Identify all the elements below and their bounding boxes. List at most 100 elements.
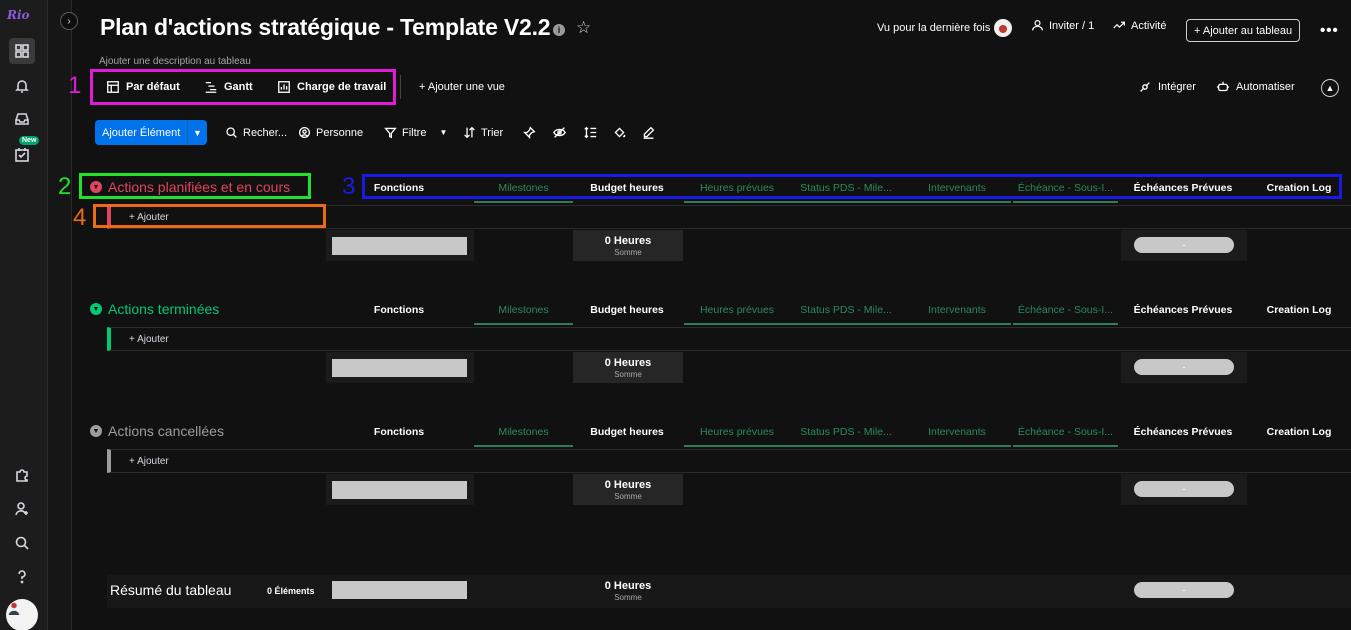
bell-icon[interactable] — [9, 73, 35, 99]
add-item-button[interactable]: Ajouter Élément ▼ — [95, 120, 207, 145]
puzzle-icon[interactable] — [9, 462, 35, 488]
column-header-fonctions[interactable]: Fonctions — [368, 182, 430, 194]
add-view-button[interactable]: + Ajouter une vue — [419, 81, 505, 93]
column-underline — [474, 323, 573, 325]
left-rail: Rio New — [0, 0, 48, 630]
collapse-header-chevron-icon[interactable]: ▲ — [1321, 79, 1339, 97]
column-header-status[interactable]: Status PDS - Mile... — [792, 426, 900, 438]
column-header-planned-hours[interactable]: Heures prévues — [684, 182, 790, 194]
paint-bucket-icon[interactable] — [613, 126, 626, 139]
user-avatar[interactable] — [6, 599, 38, 630]
collapse-group-chevron-icon[interactable]: ▼ — [90, 303, 102, 315]
add-item-dropdown-chevron-icon[interactable]: ▼ — [187, 120, 207, 145]
column-header-creation-log[interactable]: Creation Log — [1258, 182, 1340, 194]
hours-summary: 0 Heures Somme — [573, 352, 683, 383]
row-height-icon[interactable] — [584, 126, 597, 139]
search-icon[interactable] — [9, 530, 35, 556]
column-underline — [1013, 323, 1118, 325]
integrate-button[interactable]: Intégrer — [1138, 80, 1196, 94]
person-label: Personne — [316, 126, 364, 139]
filter-icon — [384, 127, 397, 139]
pin-icon[interactable] — [523, 126, 536, 139]
column-header-planned-hours[interactable]: Heures prévues — [684, 304, 790, 316]
group-title-done[interactable]: ▼ Actions terminées — [90, 301, 219, 317]
board-title[interactable]: Plan d'actions stratégique - Template V2… — [100, 14, 551, 41]
view-tab-gantt-label: Gantt — [224, 81, 253, 93]
hours-summary: 0 Heures Somme — [573, 230, 683, 261]
column-header-intervenants[interactable]: Intervenants — [903, 426, 1011, 438]
add-item-row[interactable]: + Ajouter — [107, 327, 1351, 351]
group-title-done-label: Actions terminées — [108, 301, 220, 317]
add-to-board-button[interactable]: + Ajouter au tableau — [1186, 19, 1301, 42]
sort-button[interactable]: Trier — [463, 126, 503, 139]
column-header-milestones[interactable]: Milestones — [474, 182, 573, 194]
column-header-budget[interactable]: Budget heures — [576, 426, 678, 438]
column-header-planned-deadlines[interactable]: Échéances Prévues — [1122, 426, 1244, 438]
column-header-status[interactable]: Status PDS - Mile... — [792, 182, 900, 194]
column-underline — [684, 323, 1011, 325]
column-underline — [684, 445, 1011, 447]
column-underline — [1013, 445, 1118, 447]
view-tab-default[interactable]: Par défaut — [106, 80, 180, 94]
summary-bar — [332, 237, 467, 255]
automate-button[interactable]: Automatiser — [1216, 80, 1295, 94]
column-header-creation-log[interactable]: Creation Log — [1258, 304, 1340, 316]
hours-sum-label: Somme — [614, 248, 642, 257]
last-seen-label: Vu pour la dernière fois — [877, 22, 991, 34]
column-header-creation-log[interactable]: Creation Log — [1258, 426, 1340, 438]
board-summary-label: Résumé du tableau — [110, 582, 232, 598]
column-header-fonctions[interactable]: Fonctions — [368, 304, 430, 316]
format-pen-icon[interactable] — [642, 126, 655, 139]
integrate-label: Intégrer — [1158, 81, 1196, 93]
info-icon[interactable]: i — [553, 24, 565, 36]
column-header-planned-deadlines[interactable]: Échéances Prévues — [1122, 304, 1244, 316]
column-header-subitem-deadline[interactable]: Échéance - Sous-I... — [1013, 304, 1118, 316]
more-options-icon[interactable]: ••• — [1320, 22, 1339, 39]
search-button[interactable]: Recher... — [225, 126, 287, 139]
collapse-group-chevron-icon[interactable]: ▼ — [90, 425, 102, 437]
column-header-fonctions[interactable]: Fonctions — [368, 426, 430, 438]
search-icon — [226, 127, 237, 138]
app-logo[interactable]: Rio — [7, 8, 30, 22]
column-header-intervenants[interactable]: Intervenants — [903, 182, 1011, 194]
add-item-row[interactable]: + Ajouter — [107, 449, 1351, 473]
annotation-3: 3 — [342, 173, 356, 200]
hide-icon[interactable] — [553, 126, 566, 139]
robot-icon — [1216, 81, 1230, 92]
summary-bar — [332, 481, 467, 499]
activity-button[interactable]: Activité — [1113, 19, 1166, 32]
invite-user-icon[interactable] — [9, 496, 35, 522]
view-tab-gantt[interactable]: Gantt — [204, 80, 253, 94]
grid-icon[interactable] — [9, 38, 35, 64]
activity-icon — [1113, 21, 1125, 29]
column-header-milestones[interactable]: Milestones — [474, 426, 573, 438]
my-work-icon[interactable] — [9, 142, 35, 168]
help-icon[interactable] — [9, 564, 35, 590]
star-icon[interactable]: ☆ — [576, 18, 591, 38]
expand-sidebar-chevron-icon[interactable]: › — [60, 12, 78, 30]
add-item-label: Ajouter Élément — [102, 126, 181, 139]
person-filter-button[interactable]: Personne — [298, 126, 363, 139]
last-seen[interactable]: Vu pour la dernière fois — [877, 19, 1013, 37]
column-header-budget[interactable]: Budget heures — [576, 304, 678, 316]
invite-button[interactable]: Inviter / 1 — [1031, 19, 1094, 32]
filter-label: Filtre — [402, 126, 427, 139]
column-header-subitem-deadline[interactable]: Échéance - Sous-I... — [1013, 182, 1118, 194]
column-header-intervenants[interactable]: Intervenants — [903, 304, 1011, 316]
column-header-budget[interactable]: Budget heures — [576, 182, 678, 194]
group-title-cancelled[interactable]: ▼ Actions cancellées — [90, 423, 224, 439]
filter-button[interactable]: Filtre ▼ — [384, 126, 447, 139]
column-header-status[interactable]: Status PDS - Mile... — [792, 304, 900, 316]
hours-value: 0 Heures — [604, 235, 652, 247]
column-header-subitem-deadline[interactable]: Échéance - Sous-I... — [1013, 426, 1118, 438]
inbox-icon[interactable] — [9, 106, 35, 132]
board-summary-count: 0 Éléments — [267, 586, 315, 596]
column-header-planned-hours[interactable]: Heures prévues — [684, 426, 790, 438]
filter-chevron-icon[interactable]: ▼ — [439, 128, 447, 137]
column-header-planned-deadlines[interactable]: Échéances Prévues — [1122, 182, 1244, 194]
view-tab-workload[interactable]: Charge de travail — [277, 80, 386, 94]
column-header-milestones[interactable]: Milestones — [474, 304, 573, 316]
board-description[interactable]: Ajouter une description au tableau — [99, 56, 251, 67]
group-title-cancelled-label: Actions cancellées — [108, 423, 224, 439]
hours-summary: 0 Heures Somme — [573, 575, 683, 606]
